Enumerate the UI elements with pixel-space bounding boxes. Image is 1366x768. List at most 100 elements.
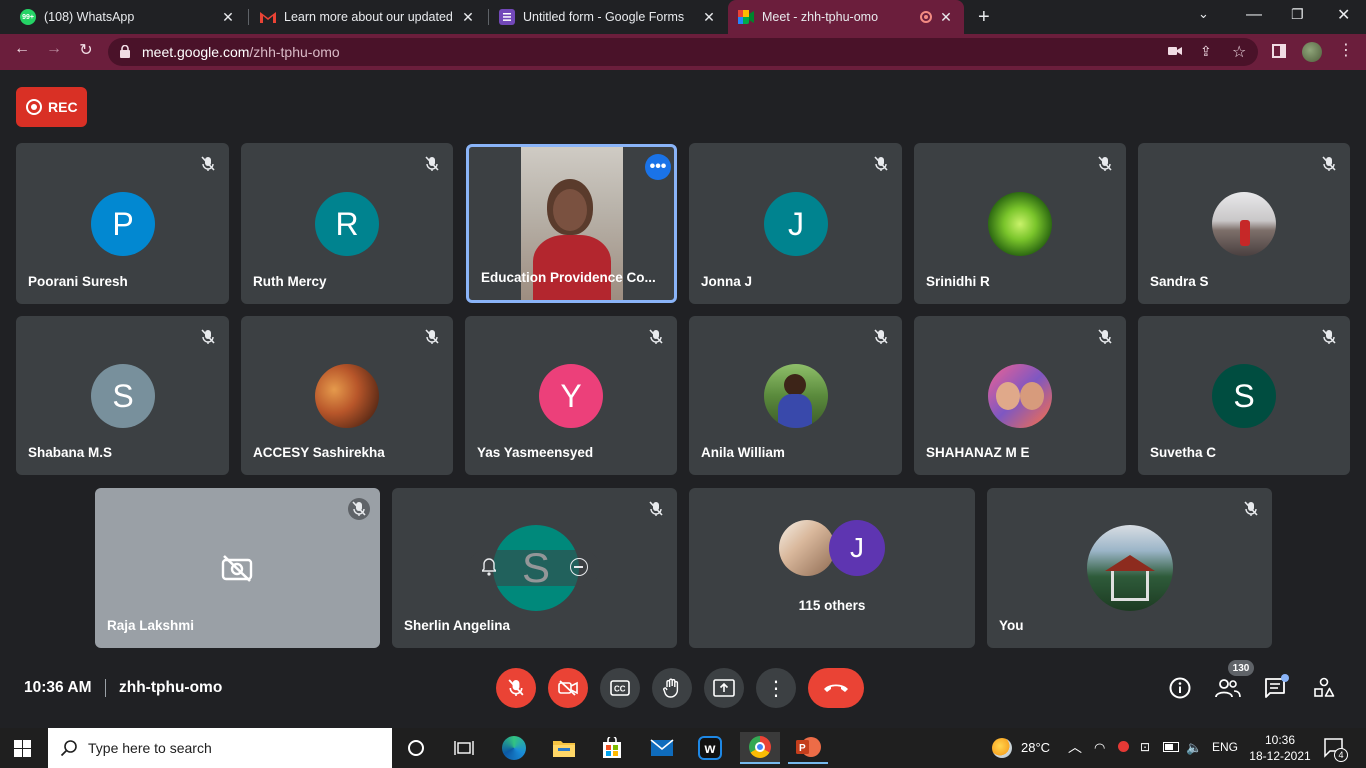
avatar: R (315, 192, 379, 256)
url-path: /zhh-tphu-omo (249, 44, 340, 60)
meeting-controls-bar: 10:36 AM zhh-tphu-omo CC ⋮ 130 (0, 660, 1366, 728)
minimize-button[interactable]: — (1246, 6, 1262, 24)
bookmark-star-icon[interactable]: ☆ (1232, 42, 1246, 62)
participant-tile[interactable]: R Ruth Mercy (241, 143, 453, 304)
participant-tile[interactable]: Anila William (689, 316, 902, 475)
close-icon[interactable]: ✕ (938, 9, 954, 26)
back-icon[interactable]: ← (10, 40, 34, 58)
chrome-menu-icon[interactable]: ⋮ (1338, 40, 1354, 60)
more-vert-icon: ⋮ (766, 677, 786, 700)
participant-tile[interactable]: Y Yas Yasmeensyed (465, 316, 677, 475)
microsoft-store-icon[interactable] (592, 732, 632, 764)
participant-name: ACCESY Sashirekha (253, 445, 385, 460)
edge-icon[interactable] (494, 732, 534, 764)
lock-icon[interactable] (120, 44, 130, 63)
tab-gmail[interactable]: Learn more about our updated Te ✕ (250, 0, 486, 34)
new-tab-button[interactable]: + (978, 6, 990, 29)
others-tile[interactable]: J 115 others (689, 488, 975, 648)
participant-tile[interactable]: SHAHANAZ M E (914, 316, 1126, 475)
webex-icon[interactable]: w (690, 732, 730, 764)
close-icon[interactable]: ✕ (701, 9, 717, 26)
battery-icon[interactable] (1163, 742, 1179, 752)
camera-blocked-icon[interactable] (1168, 44, 1182, 63)
remove-icon[interactable] (570, 558, 588, 576)
self-tile[interactable]: You (987, 488, 1272, 648)
participant-name: Shabana M.S (28, 445, 113, 460)
tab-title: Meet - zhh-tphu-omo (762, 10, 879, 24)
people-button[interactable] (1214, 674, 1242, 702)
tray-overflow-icon[interactable]: ︿ (1068, 737, 1082, 757)
participant-name: Education Providence Co... (481, 270, 656, 285)
search-placeholder: Type here to search (88, 740, 212, 756)
mic-off-icon (1094, 326, 1116, 348)
participants-count-badge: 130 (1228, 660, 1254, 676)
cortana-icon[interactable] (396, 732, 436, 764)
system-clock[interactable]: 10:36 18-12-2021 (1248, 732, 1312, 764)
participant-tile[interactable]: S Shabana M.S (16, 316, 229, 475)
weather-temperature[interactable]: 28°C (1021, 740, 1050, 755)
restore-button[interactable]: ❐ (1291, 6, 1304, 23)
bell-icon[interactable] (480, 558, 498, 581)
present-icon (713, 679, 735, 697)
participant-tile[interactable]: P Poorani Suresh (16, 143, 229, 304)
participant-tile[interactable]: Srinidhi R (914, 143, 1126, 304)
network-icon[interactable]: ◠ (1094, 740, 1105, 756)
side-panel-icon[interactable] (1272, 44, 1286, 58)
tab-forms[interactable]: Untitled form - Google Forms ✕ (489, 0, 727, 34)
search-icon (60, 740, 77, 757)
tab-search-icon[interactable]: ⌄ (1198, 6, 1209, 22)
more-options-button[interactable]: ⋮ (756, 668, 796, 708)
mic-toggle-button[interactable] (496, 668, 536, 708)
meeting-details-button[interactable] (1166, 674, 1194, 702)
windows-start-icon[interactable] (14, 740, 31, 762)
participant-name: Yas Yasmeensyed (477, 445, 594, 460)
camera-toggle-button[interactable] (548, 668, 588, 708)
close-icon[interactable]: ✕ (460, 9, 476, 26)
mic-off-icon (508, 679, 524, 696)
volume-icon[interactable]: 🔈 (1186, 740, 1202, 756)
window-close-button[interactable]: ✕ (1337, 5, 1350, 25)
avatar: J (829, 520, 885, 576)
raise-hand-button[interactable] (652, 668, 692, 708)
rose-photo (988, 192, 1052, 256)
mic-off-icon (645, 326, 667, 348)
mic-off-icon (645, 498, 667, 520)
browser-toolbar: ← → ↻ meet.google.com/zhh-tphu-omo ⇪ ☆ ⋮ (0, 34, 1366, 70)
tab-whatsapp[interactable]: 99+ (108) WhatsApp ✕ (10, 0, 246, 34)
task-view-icon[interactable] (444, 732, 484, 764)
reload-icon[interactable]: ↻ (74, 40, 98, 60)
mail-icon[interactable] (642, 732, 682, 764)
activities-button[interactable] (1310, 674, 1338, 702)
meeting-code: zhh-tphu-omo (119, 679, 223, 696)
tab-meet[interactable]: Meet - zhh-tphu-omo ✕ (728, 0, 964, 34)
participant-tile-camera-off[interactable]: Raja Lakshmi (95, 488, 380, 648)
powerpoint-icon[interactable]: P (788, 732, 828, 764)
file-explorer-icon[interactable] (544, 732, 584, 764)
svg-text:P: P (799, 743, 806, 754)
more-options-icon[interactable]: ••• (645, 154, 671, 180)
chrome-icon[interactable] (740, 732, 780, 764)
weather-icon[interactable] (992, 738, 1012, 758)
participant-tile[interactable]: S Suvetha C (1138, 316, 1350, 475)
group-photo (315, 364, 379, 428)
profile-avatar[interactable] (1302, 42, 1322, 62)
captions-button[interactable]: CC (600, 668, 640, 708)
present-screen-button[interactable] (704, 668, 744, 708)
participant-tile[interactable]: S Sherlin Angelina (392, 488, 677, 648)
taskbar-search-box[interactable]: Type here to search (48, 728, 392, 768)
meet-tray-icon[interactable] (1118, 741, 1129, 752)
participant-tile[interactable]: ACCESY Sashirekha (241, 316, 453, 475)
participant-tile-speaking[interactable]: ••• Education Providence Co... (466, 144, 677, 303)
camera-tray-icon[interactable]: ⊡ (1140, 740, 1150, 754)
mic-off-icon (1094, 153, 1116, 175)
close-icon[interactable]: ✕ (220, 9, 236, 26)
camera-off-icon (558, 680, 578, 696)
participant-tile[interactable]: J Jonna J (689, 143, 902, 304)
input-language[interactable]: ENG (1212, 740, 1238, 754)
gazebo-photo (1087, 525, 1173, 611)
forward-icon[interactable]: → (42, 40, 66, 58)
address-bar[interactable]: meet.google.com/zhh-tphu-omo ⇪ ☆ (108, 38, 1258, 66)
share-icon[interactable]: ⇪ (1200, 43, 1212, 60)
participant-tile[interactable]: Sandra S (1138, 143, 1350, 304)
leave-call-button[interactable] (808, 668, 864, 708)
